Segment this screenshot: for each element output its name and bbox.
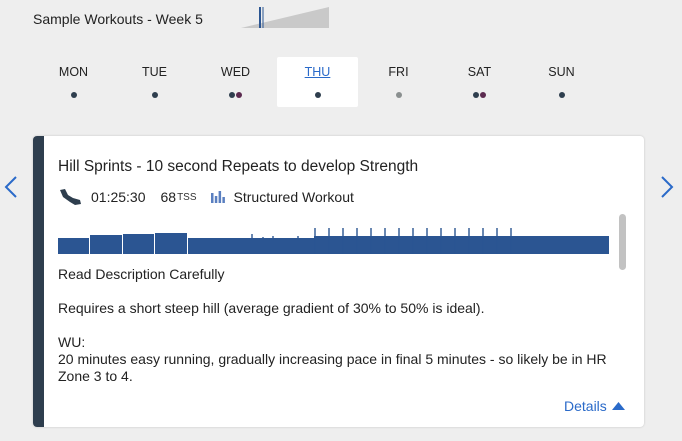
day-label: THU	[304, 65, 331, 79]
profile-segment	[251, 238, 314, 254]
day-label: WED	[220, 65, 251, 79]
tab-thu[interactable]: THU	[277, 57, 358, 107]
week-load-graph	[241, 7, 329, 28]
chevron-left-icon[interactable]	[3, 173, 19, 201]
workout-meta: 01:25:30 68 TSS Structured Workout	[58, 186, 354, 208]
workout-dot	[229, 92, 235, 98]
workout-dots	[33, 92, 114, 98]
profile-segment	[90, 235, 122, 254]
workout-dots	[114, 92, 195, 98]
details-label: Details	[564, 398, 607, 414]
running-shoe-icon	[60, 189, 81, 205]
workout-dot	[236, 92, 242, 98]
chevron-right-icon[interactable]	[659, 173, 675, 201]
tab-sat[interactable]: SAT	[439, 57, 520, 107]
description-paragraph: Read Description Carefully	[58, 266, 225, 282]
tab-wed[interactable]: WED	[195, 57, 276, 107]
workout-dot	[473, 92, 479, 98]
profile-segment	[188, 238, 251, 254]
details-toggle[interactable]: Details	[564, 398, 625, 414]
day-label: TUE	[142, 65, 167, 79]
tab-fri[interactable]: FRI	[358, 57, 439, 107]
workout-dot	[558, 92, 565, 98]
tss-value: 68	[160, 189, 177, 205]
workout-dot	[480, 92, 486, 98]
workout-description: Read Description Carefully Requires a sh…	[58, 266, 608, 382]
workout-color-stripe	[33, 136, 44, 427]
workout-dot	[151, 92, 158, 98]
workout-profile-graph	[58, 228, 609, 254]
profile-segment	[58, 238, 89, 254]
workout-title: Hill Sprints - 10 second Repeats to deve…	[58, 158, 419, 175]
workout-duration: 01:25:30	[91, 189, 146, 205]
workout-dots	[277, 92, 358, 98]
tab-tue[interactable]: TUE	[114, 57, 195, 107]
tss-unit: TSS	[177, 191, 197, 203]
description-paragraph: WU: 20 minutes easy running, gradually i…	[58, 334, 607, 382]
profile-segment	[314, 236, 609, 254]
tab-sun[interactable]: SUN	[521, 57, 602, 107]
profile-segment	[155, 233, 187, 254]
workout-dot	[70, 92, 77, 98]
day-label: SUN	[548, 65, 575, 79]
profile-segment	[123, 234, 154, 254]
workout-dot	[395, 92, 402, 98]
workout-card[interactable]: Hill Sprints - 10 second Repeats to deve…	[33, 136, 644, 427]
workout-dot	[314, 92, 321, 98]
caret-up-icon	[611, 402, 625, 410]
scrollbar-thumb[interactable]	[619, 214, 626, 270]
day-label: MON	[58, 65, 89, 79]
workout-dots	[358, 92, 439, 98]
tab-mon[interactable]: MON	[33, 57, 114, 107]
day-label: FRI	[388, 65, 409, 79]
workout-dots	[195, 92, 276, 98]
workout-type-label: Structured Workout	[233, 189, 354, 205]
workout-dots	[439, 92, 520, 98]
workout-dots	[521, 92, 602, 98]
page-title: Sample Workouts - Week 5	[33, 11, 203, 27]
description-paragraph: Requires a short steep hill (average gra…	[58, 300, 485, 316]
day-label: SAT	[467, 65, 492, 79]
bar-chart-icon	[210, 191, 225, 203]
